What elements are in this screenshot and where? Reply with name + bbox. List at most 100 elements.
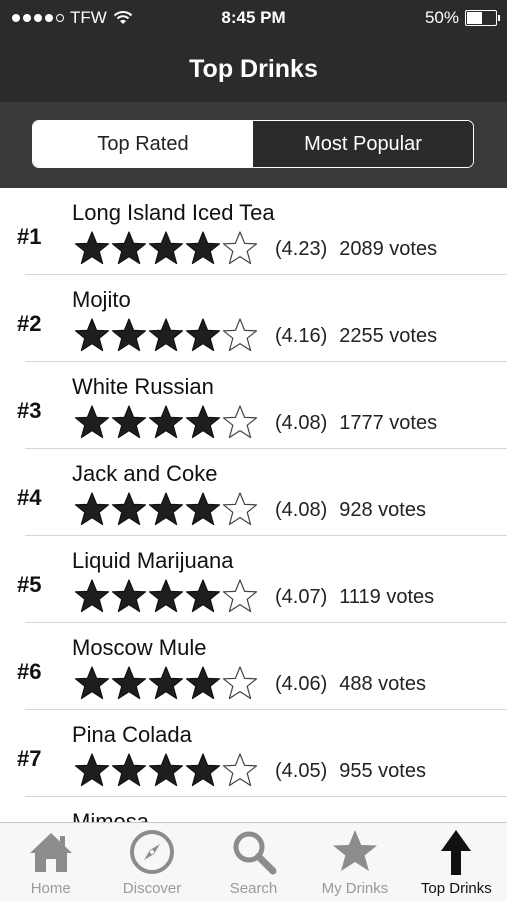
star-filled-icon xyxy=(111,579,147,613)
drink-name: Moscow Mule xyxy=(72,635,207,660)
compass-icon xyxy=(130,830,175,874)
star-filled-icon xyxy=(148,405,184,439)
star-empty-icon xyxy=(222,579,258,613)
tab-my-drinks[interactable]: My Drinks xyxy=(304,823,405,901)
star-rating xyxy=(74,752,258,788)
drink-name: Liquid Marijuana xyxy=(72,548,234,573)
star-rating xyxy=(74,404,258,440)
list-item[interactable]: #2 Mojito (4.16) 2255 votes xyxy=(0,275,507,362)
drink-name: White Russian xyxy=(72,374,214,399)
drinks-list[interactable]: #1 Long Island Iced Tea (4.23) 2089 votes #2… xyxy=(0,188,507,822)
battery-percent: 50% xyxy=(424,8,459,27)
list-item[interactable]: #6 Moscow Mule (4.06) 488 votes xyxy=(0,623,507,710)
status-bar: TFW 8:45 PM 50% xyxy=(0,0,507,36)
star-filled-icon xyxy=(185,579,221,613)
drink-rating-info: (4.05) 955 votes xyxy=(275,760,426,783)
drink-name: Mojito xyxy=(72,287,131,312)
drink-rating-info: (4.07) 1119 votes xyxy=(275,586,434,609)
star-empty-icon xyxy=(222,753,258,787)
star-rating xyxy=(74,230,258,266)
list-item[interactable]: #5 Liquid Marijuana (4.07) 1119 votes xyxy=(0,536,507,623)
star-rating xyxy=(74,317,258,353)
star-filled-icon xyxy=(148,231,184,265)
star-rating xyxy=(74,491,258,527)
drink-rating-info: (4.23) 2089 votes xyxy=(275,238,437,261)
star-filled-icon xyxy=(111,318,147,352)
segmented-control: Top Rated Most Popular xyxy=(32,120,474,168)
drink-rank: #5 xyxy=(17,572,42,597)
star-filled-icon xyxy=(74,753,110,787)
drink-name: Long Island Iced Tea xyxy=(72,200,275,225)
star-filled-icon xyxy=(148,492,184,526)
drink-name: Mimosa xyxy=(72,809,150,822)
vote-count: 1777 votes xyxy=(339,412,438,434)
drink-rank: #7 xyxy=(17,746,42,771)
star-filled-icon xyxy=(185,666,221,700)
vote-count: 955 votes xyxy=(339,760,426,782)
star-filled-icon xyxy=(148,753,184,787)
tab-discover-label: Discover xyxy=(122,880,182,897)
search-icon xyxy=(233,831,277,875)
rating-value: (4.07) xyxy=(275,586,328,608)
star-filled-icon xyxy=(111,753,147,787)
tab-home[interactable]: Home xyxy=(0,823,101,901)
navigation-bar: Top Drinks xyxy=(0,36,507,102)
star-filled-icon xyxy=(111,492,147,526)
star-empty-icon xyxy=(222,666,258,700)
star-filled-icon xyxy=(185,753,221,787)
battery-icon xyxy=(465,10,500,26)
rating-value: (4.16) xyxy=(275,325,328,347)
star-filled-icon xyxy=(148,666,184,700)
drink-rank: #3 xyxy=(17,398,42,423)
star-rating xyxy=(74,578,258,614)
star-icon xyxy=(332,830,377,871)
list-item[interactable]: #3 White Russian (4.08) 1777 votes xyxy=(0,362,507,449)
home-icon xyxy=(29,833,72,872)
battery-status: 50% xyxy=(424,8,500,28)
star-empty-icon xyxy=(222,231,258,265)
vote-count: 2089 votes xyxy=(339,238,438,260)
star-filled-icon xyxy=(185,405,221,439)
star-filled-icon xyxy=(111,405,147,439)
drink-name: Jack and Coke xyxy=(72,461,218,486)
tab-top-drinks-label: Top Drinks xyxy=(420,880,492,897)
star-filled-icon xyxy=(74,405,110,439)
list-item[interactable]: #7 Pina Colada (4.05) 955 votes xyxy=(0,710,507,797)
star-empty-icon xyxy=(222,318,258,352)
star-empty-icon xyxy=(222,405,258,439)
tab-bar: Home Discover Search My Drinks Top Drink… xyxy=(0,822,507,901)
rating-value: (4.08) xyxy=(275,499,328,521)
drink-rank: #4 xyxy=(17,485,42,510)
drink-rank: #6 xyxy=(17,659,42,684)
segment-bar: Top Rated Most Popular xyxy=(0,102,507,188)
tab-my-drinks-label: My Drinks xyxy=(321,880,389,897)
drink-rating-info: (4.08) 1777 votes xyxy=(275,412,437,435)
tab-search-label: Search xyxy=(229,880,278,897)
tab-top-drinks[interactable]: Top Drinks xyxy=(406,823,507,901)
list-item[interactable]: #1 Long Island Iced Tea (4.23) 2089 votes xyxy=(0,188,507,275)
vote-count: 488 votes xyxy=(339,673,426,695)
rating-value: (4.08) xyxy=(275,412,328,434)
star-filled-icon xyxy=(74,492,110,526)
list-item[interactable]: #8Mimosa xyxy=(0,797,507,822)
star-filled-icon xyxy=(111,666,147,700)
tab-search[interactable]: Search xyxy=(203,823,304,901)
tab-home-label: Home xyxy=(30,880,71,897)
page-title: Top Drinks xyxy=(189,55,318,83)
drink-name: Pina Colada xyxy=(72,722,192,747)
vote-count: 2255 votes xyxy=(339,325,438,347)
tab-discover[interactable]: Discover xyxy=(101,823,202,901)
drink-rating-info: (4.06) 488 votes xyxy=(275,673,426,696)
star-filled-icon xyxy=(185,231,221,265)
vote-count: 1119 votes xyxy=(339,586,435,608)
segment-most-popular[interactable]: Most Popular xyxy=(253,121,473,167)
drink-rating-info: (4.08) 928 votes xyxy=(275,499,426,522)
star-filled-icon xyxy=(185,318,221,352)
star-filled-icon xyxy=(148,579,184,613)
star-rating xyxy=(74,665,258,701)
star-filled-icon xyxy=(111,231,147,265)
segment-top-rated[interactable]: Top Rated xyxy=(33,121,253,167)
star-filled-icon xyxy=(74,666,110,700)
list-item[interactable]: #4 Jack and Coke (4.08) 928 votes xyxy=(0,449,507,536)
vote-count: 928 votes xyxy=(339,499,426,521)
